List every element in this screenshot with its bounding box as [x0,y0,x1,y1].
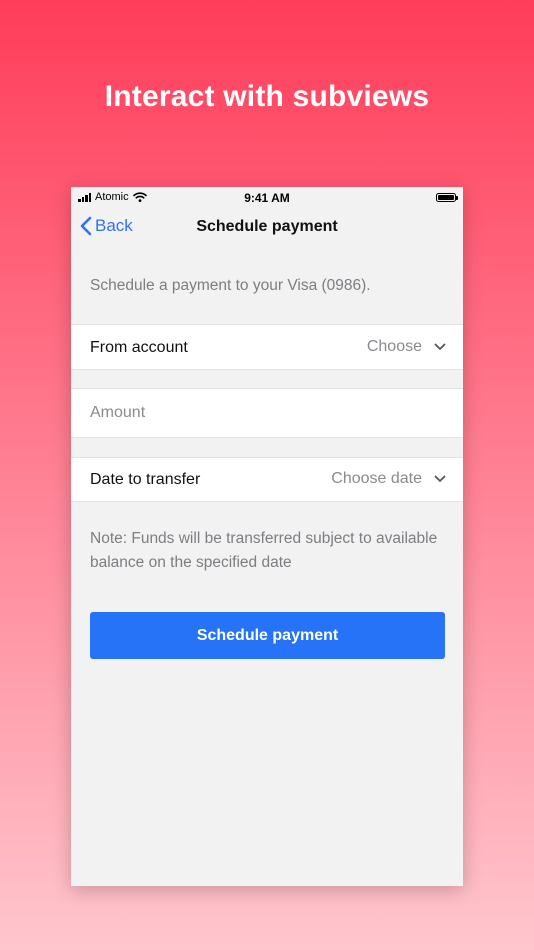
battery-icon [436,193,458,202]
navigation-bar: Back Schedule payment [71,207,463,247]
amount-input[interactable] [90,389,440,437]
from-account-label: From account [90,339,188,356]
status-bar: Atomic 9:41 AM [71,187,463,207]
chevron-down-icon [434,475,446,482]
from-account-row[interactable]: From account Choose [71,324,463,370]
date-to-transfer-label: Date to transfer [90,471,201,488]
chevron-down-icon [434,343,446,350]
schedule-payment-label: Schedule payment [196,626,339,644]
status-time: 9:41 AM [244,191,290,205]
date-to-transfer-row[interactable]: Date to transfer Choose date [71,457,463,502]
page-title: Schedule payment [196,218,338,235]
transfer-note: Note: Funds will be transferred subject … [90,530,438,571]
phone-screen: Atomic 9:41 AM Back Schedule payment Sch… [71,187,463,886]
marketing-headline: Interact with subviews [104,80,430,113]
from-account-selected: Choose [366,338,422,355]
intro-text: Schedule a payment to your Visa (0986). [90,277,371,294]
amount-row [71,388,463,438]
schedule-payment-button[interactable]: Schedule payment [90,612,445,659]
date-to-transfer-selected: Choose date [331,470,422,487]
from-account-value: Choose [367,338,446,356]
date-to-transfer-value: Choose date [331,470,446,488]
